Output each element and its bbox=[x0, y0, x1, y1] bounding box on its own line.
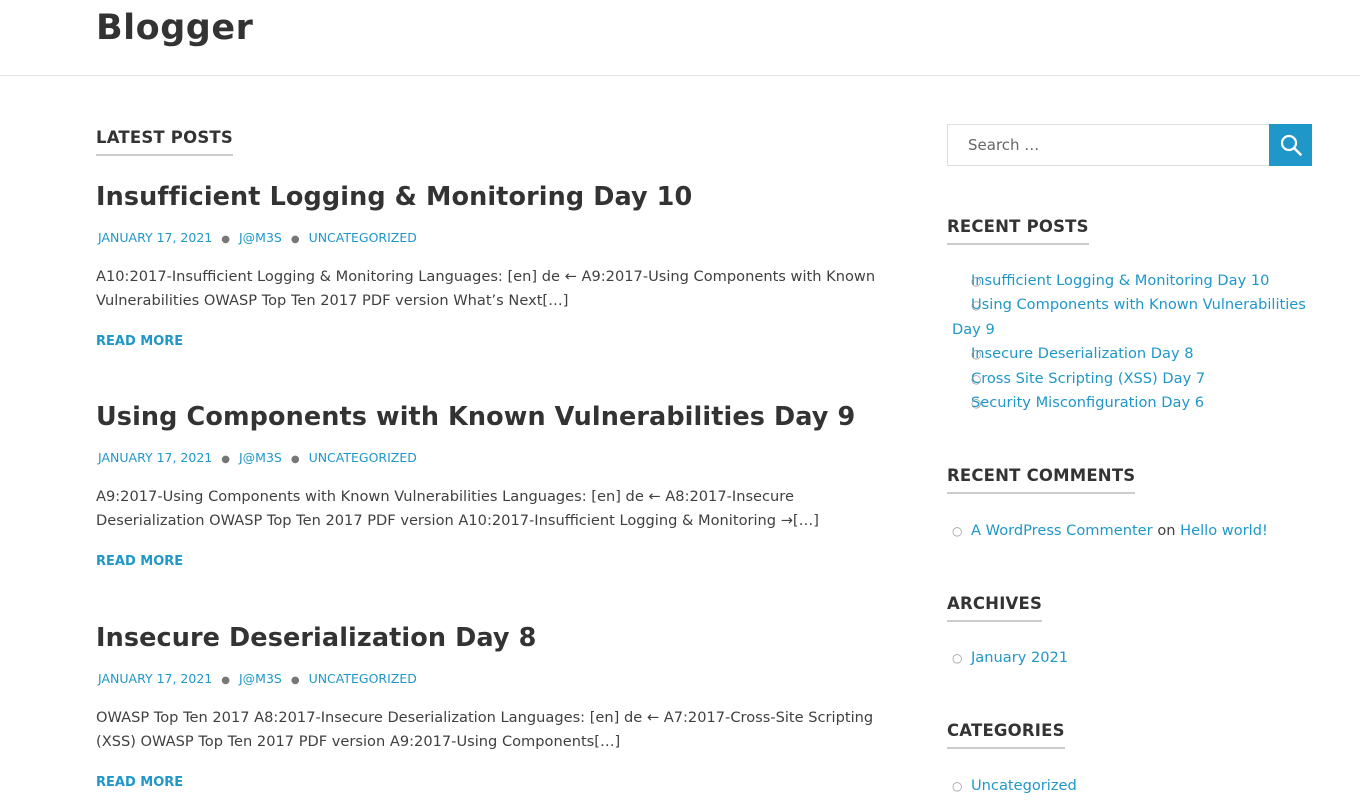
post-title[interactable]: Insecure Deserialization Day 8 bbox=[96, 623, 876, 653]
list-item: A WordPress Commenter on Hello world! bbox=[952, 519, 1312, 544]
post-meta: January 17, 2021 ● J@M3S ● Uncategorized bbox=[96, 230, 876, 245]
meta-separator-dot: ● bbox=[221, 234, 230, 245]
archive-title: Latest Posts bbox=[96, 128, 233, 156]
meta-separator-dot: ● bbox=[290, 234, 300, 245]
post-excerpt: A9:2017-Using Components with Known Vuln… bbox=[96, 488, 819, 529]
comment-author-link[interactable]: A WordPress Commenter bbox=[971, 522, 1153, 539]
post-card: Insufficient Logging & Monitoring Day 10… bbox=[96, 182, 876, 349]
post-author[interactable]: J@M3S bbox=[239, 230, 282, 245]
list-item: January 2021 bbox=[952, 646, 1312, 671]
archives-title: Archives bbox=[947, 594, 1043, 622]
meta-separator-dot: ● bbox=[290, 675, 300, 686]
recent-post-link[interactable]: Cross Site Scripting (XSS) Day 7 bbox=[971, 370, 1205, 387]
list-item: Uncategorized bbox=[952, 774, 1312, 799]
post-title[interactable]: Using Components with Known Vulnerabilit… bbox=[96, 402, 876, 432]
recent-comments-list: A WordPress Commenter on Hello world! bbox=[952, 519, 1312, 544]
recent-post-link[interactable]: Insecure Deserialization Day 8 bbox=[971, 345, 1194, 362]
list-item: Using Components with Known Vulnerabilit… bbox=[952, 293, 1312, 342]
post-title[interactable]: Insufficient Logging & Monitoring Day 10 bbox=[96, 182, 876, 212]
category-link[interactable]: Uncategorized bbox=[971, 777, 1077, 794]
comment-post-link[interactable]: Hello world! bbox=[1180, 522, 1268, 539]
search-input[interactable] bbox=[947, 124, 1270, 166]
recent-post-link[interactable]: Insufficient Logging & Monitoring Day 10 bbox=[971, 272, 1269, 289]
post-card: Insecure Deserialization Day 8 January 1… bbox=[96, 623, 876, 790]
recent-posts-list: Insufficient Logging & Monitoring Day 10… bbox=[952, 269, 1312, 416]
post-category[interactable]: Uncategorized bbox=[309, 671, 417, 686]
site-header: Blogger bbox=[0, 0, 1360, 76]
post-date[interactable]: January 17, 2021 bbox=[98, 450, 212, 465]
recent-post-link[interactable]: Using Components with Known Vulnerabilit… bbox=[952, 296, 1306, 337]
post-date[interactable]: January 17, 2021 bbox=[98, 230, 212, 245]
post-excerpt: OWASP Top Ten 2017 A8:2017-Insecure Dese… bbox=[96, 709, 874, 750]
read-more-link[interactable]: Read More bbox=[96, 775, 183, 790]
comment-on-text: on bbox=[1157, 522, 1176, 539]
post-category[interactable]: Uncategorized bbox=[309, 450, 417, 465]
read-more-link[interactable]: Read More bbox=[96, 554, 183, 569]
post-category[interactable]: Uncategorized bbox=[309, 230, 417, 245]
meta-separator-dot: ● bbox=[221, 454, 230, 465]
list-item: Insecure Deserialization Day 8 bbox=[952, 342, 1312, 367]
meta-separator-dot: ● bbox=[290, 454, 300, 465]
post-meta: January 17, 2021 ● J@M3S ● Uncategorized bbox=[96, 450, 876, 465]
post-meta: January 17, 2021 ● J@M3S ● Uncategorized bbox=[96, 671, 876, 686]
categories-list: Uncategorized bbox=[952, 774, 1312, 799]
post-author[interactable]: J@M3S bbox=[239, 671, 282, 686]
meta-separator-dot: ● bbox=[221, 675, 230, 686]
recent-comments-title: Recent Comments bbox=[947, 466, 1136, 494]
list-item: Security Misconfiguration Day 6 bbox=[952, 391, 1312, 416]
post-author[interactable]: J@M3S bbox=[239, 450, 282, 465]
list-item: Cross Site Scripting (XSS) Day 7 bbox=[952, 367, 1312, 392]
search-button[interactable] bbox=[1269, 124, 1312, 166]
search-icon bbox=[1280, 134, 1302, 156]
read-more-link[interactable]: Read More bbox=[96, 334, 183, 349]
list-item: Insufficient Logging & Monitoring Day 10 bbox=[952, 269, 1312, 294]
categories-title: Categories bbox=[947, 721, 1065, 749]
search-form bbox=[947, 124, 1312, 166]
post-card: Using Components with Known Vulnerabilit… bbox=[96, 402, 876, 569]
recent-posts-title: Recent Posts bbox=[947, 217, 1089, 245]
site-title[interactable]: Blogger bbox=[96, 8, 253, 48]
archive-link[interactable]: January 2021 bbox=[971, 649, 1068, 666]
post-excerpt: A10:2017-Insufficient Logging & Monitori… bbox=[96, 268, 876, 309]
archives-list: January 2021 bbox=[952, 646, 1312, 671]
post-date[interactable]: January 17, 2021 bbox=[98, 671, 212, 686]
recent-post-link[interactable]: Security Misconfiguration Day 6 bbox=[971, 394, 1204, 411]
